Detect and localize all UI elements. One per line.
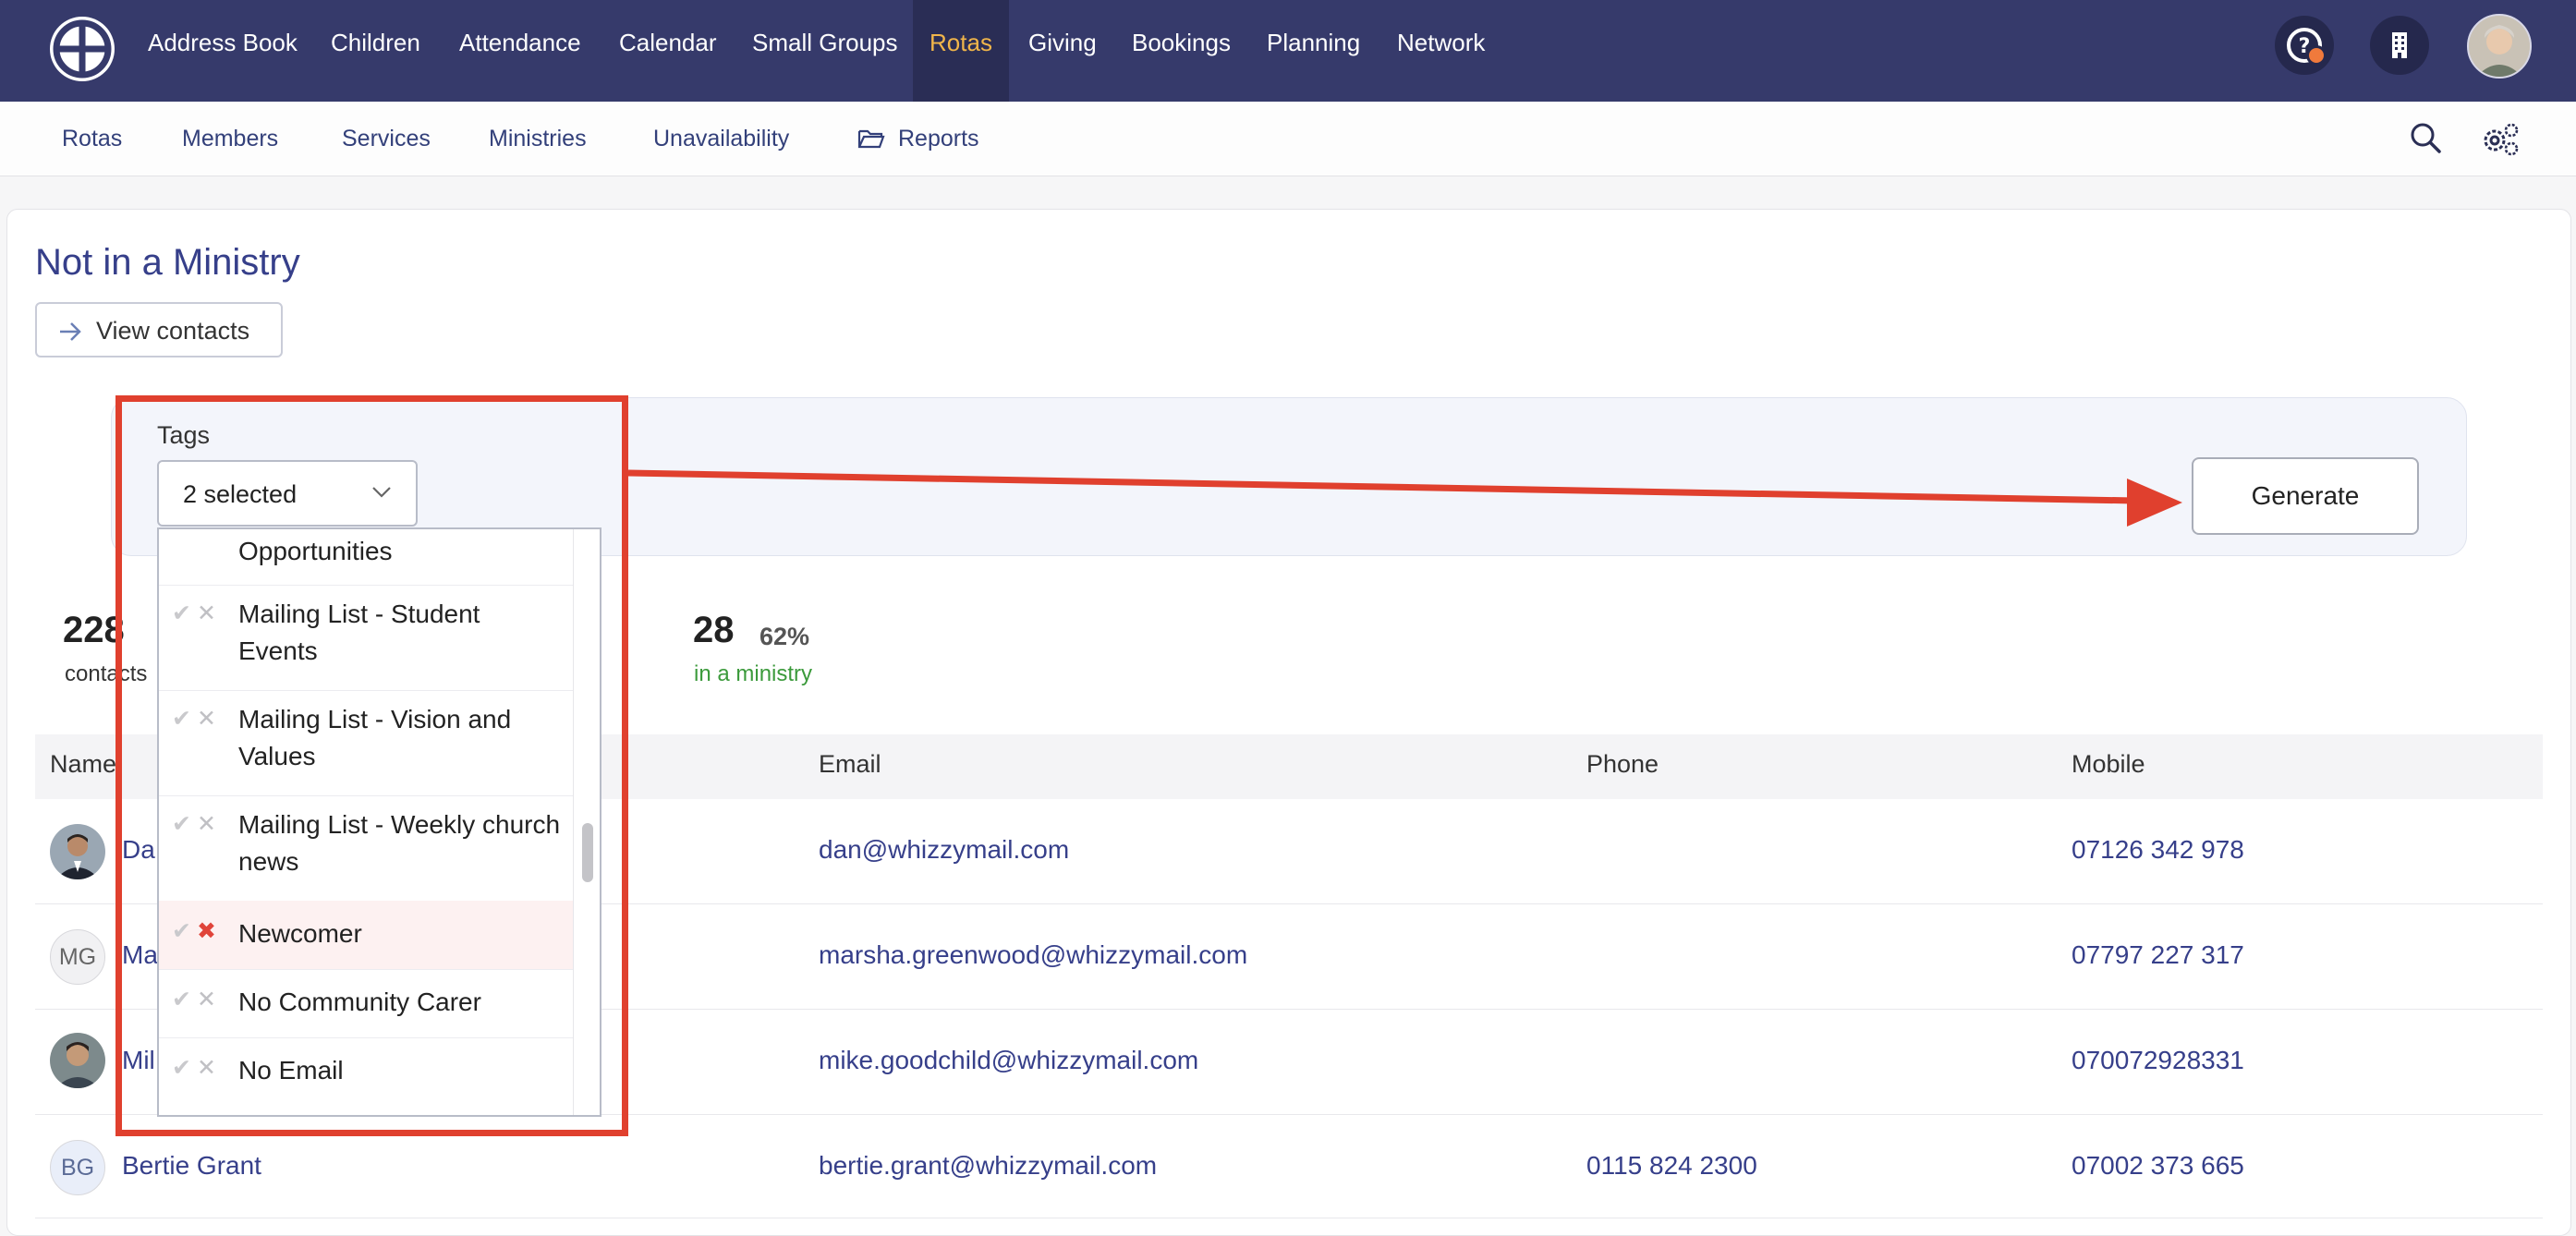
dropdown-option-label: Newcomer [238,919,362,948]
avatar: BG [50,1140,105,1195]
contact-email[interactable]: marsha.greenwood@whizzymail.com [819,940,1247,970]
exclude-x-icon[interactable]: ✕ [197,600,216,626]
exclude-x-icon[interactable]: ✖ [197,918,216,944]
contact-mobile[interactable]: 07126 342 978 [2072,835,2244,865]
check-icon[interactable]: ✔ [172,600,191,626]
contact-mobile[interactable]: 07797 227 317 [2072,940,2244,970]
in-ministry-percent: 62% [759,623,810,650]
option-toggle-icons[interactable]: ✔ ✖ [172,917,216,945]
tags-select[interactable]: 2 selected [157,460,418,527]
exclude-x-icon[interactable]: ✕ [197,1055,216,1081]
subnav-rotas[interactable]: Rotas [62,102,122,176]
user-avatar[interactable] [2467,14,2532,79]
dropdown-option[interactable]: ✔ ✕ No Email [159,1037,573,1106]
header-phone[interactable]: Phone [1586,750,1659,779]
option-toggle-icons[interactable]: ✔ ✕ [172,810,216,838]
nav-small-groups[interactable]: Small Groups [752,0,898,102]
contact-email[interactable]: mike.goodchild@whizzymail.com [819,1046,1198,1075]
exclude-x-icon[interactable]: ✕ [197,987,216,1012]
nav-giving[interactable]: Giving [1028,0,1097,102]
nav-attendance[interactable]: Attendance [459,0,581,102]
subnav-unavailability[interactable]: Unavailability [653,102,789,176]
check-icon[interactable]: ✔ [172,1055,191,1081]
contact-phone[interactable]: 0115 824 2300 [1586,1151,1757,1181]
generate-button[interactable]: Generate [2192,457,2419,535]
contact-email[interactable]: dan@whizzymail.com [819,835,1069,865]
dropdown-option-selected[interactable]: ✔ ✖ Newcomer [159,901,573,970]
subnav-reports-label: Reports [898,126,979,151]
dropdown-option-label: No Community Carer [238,988,481,1016]
contact-name[interactable]: Mil [122,1046,155,1075]
in-ministry-count: 28 [693,610,735,650]
nav-address-book[interactable]: Address Book [148,0,298,102]
check-icon[interactable]: ✔ [172,987,191,1012]
view-contacts-button[interactable]: View contacts [35,302,283,357]
contact-name[interactable]: Da [122,835,155,865]
avatar: MG [50,929,105,985]
avatar [50,824,105,879]
check-icon[interactable]: ✔ [172,811,191,837]
search-icon[interactable] [2408,120,2445,162]
nav-calendar[interactable]: Calendar [619,0,717,102]
contact-mobile[interactable]: 07002 373 665 [2072,1151,2244,1181]
chevron-down-icon [372,487,391,498]
contact-name[interactable]: Bertie Grant [122,1151,261,1181]
building-icon[interactable] [2370,16,2429,75]
sub-navigation-bar: Rotas Members Services Ministries Unavai… [0,102,2576,176]
dropdown-option[interactable]: Opportunities [159,529,573,586]
contact-mobile[interactable]: 070072928331 [2072,1046,2244,1075]
app-logo-icon[interactable] [50,17,115,81]
in-ministry-label: in a ministry [694,661,813,686]
option-toggle-icons[interactable]: ✔ ✕ [172,705,216,733]
contacts-count: 228 [63,610,125,650]
contacts-label: contacts [65,661,148,686]
subnav-services[interactable]: Services [342,102,431,176]
nav-rotas[interactable]: Rotas [913,0,1009,102]
dropdown-option-label: Mailing List - Vision and Values [238,705,512,770]
dropdown-option-label: Mailing List - Student Events [238,600,480,665]
subnav-ministries[interactable]: Ministries [489,102,587,176]
subnav-members[interactable]: Members [182,102,278,176]
check-icon[interactable]: ✔ [172,918,191,944]
dropdown-option[interactable]: ✔ ✕ Mailing List - Weekly church news [159,795,573,902]
nav-bookings[interactable]: Bookings [1132,0,1231,102]
dropdown-option[interactable]: ✔ ✕ Mailing List - Student Events [159,585,573,691]
dropdown-option[interactable]: ✔ ✕ No Community Carer [159,969,573,1038]
header-name[interactable]: Name [50,750,116,779]
contact-email[interactable]: bertie.grant@whizzymail.com [819,1151,1157,1181]
tags-select-value: 2 selected [183,480,298,508]
help-icon[interactable]: ? [2275,16,2334,75]
header-mobile[interactable]: Mobile [2072,750,2145,779]
option-toggle-icons[interactable]: ✔ ✕ [172,1054,216,1082]
page-title: Not in a Ministry [35,242,300,283]
check-icon[interactable]: ✔ [172,706,191,732]
contact-name[interactable]: Ma [122,940,158,970]
dropdown-scrollbar-thumb[interactable] [582,823,593,882]
dropdown-option[interactable]: ✔ ✕ Mailing List - Vision and Values [159,690,573,796]
view-contacts-label: View contacts [96,317,250,345]
dropdown-option-label: Opportunities [238,537,393,565]
nav-children[interactable]: Children [331,0,420,102]
nav-planning[interactable]: Planning [1267,0,1360,102]
exclude-x-icon[interactable]: ✕ [197,706,216,732]
option-toggle-icons[interactable]: ✔ ✕ [172,986,216,1013]
top-navigation-bar: Address Book Children Attendance Calenda… [0,0,2576,102]
avatar [50,1033,105,1088]
dropdown-option-label: Mailing List - Weekly church news [238,810,561,876]
option-toggle-icons[interactable]: ✔ ✕ [172,600,216,627]
exclude-x-icon[interactable]: ✕ [197,811,216,837]
dropdown-option-label: No Email [238,1056,344,1085]
header-email[interactable]: Email [819,750,881,779]
nav-network[interactable]: Network [1397,0,1485,102]
folder-open-icon [857,129,885,149]
arrow-right-icon [60,322,81,341]
tags-label: Tags [157,421,211,449]
notification-dot [2306,45,2327,66]
tags-dropdown[interactable]: Opportunities ✔ ✕ Mailing List - Student … [157,527,601,1117]
settings-icon[interactable] [2480,120,2521,162]
